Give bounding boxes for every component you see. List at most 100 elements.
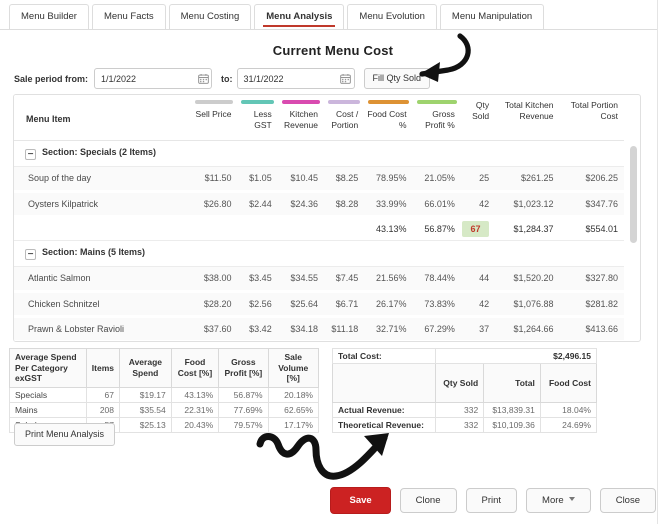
col-header-less-gst[interactable]: Less GST [237,95,278,141]
table-head: Menu Item Sell Price Less GST Kitchen Reven… [14,95,624,141]
left-summary-col-header: Food Cost [%] [170,348,220,388]
left-summary-cell-gross: 56.87% [218,386,269,403]
summary-tables: Average Spend Per Category exGST Items Ave… [9,348,657,433]
menu-item-name: Prawn & Lobster Ravioli [14,316,192,341]
col-header-sell-price[interactable]: Sell Price [191,95,238,141]
cell-tpc: $327.80 [559,266,624,293]
average-spend-summary-table: Average Spend Per Category exGST Items Ave… [9,348,320,433]
table-row[interactable]: Atlantic Salmon $38.00 $3.45 $34.55 $7.45 21.… [14,266,624,293]
tab-menu-evolution[interactable]: Menu Evolution [347,3,437,29]
fill-qty-sold-button[interactable]: Fill Qty Sold [363,68,431,89]
clone-button[interactable]: Clone [399,487,457,514]
right-rail [657,0,666,524]
cell-gross: 67.29% [412,316,461,341]
cell-sell: $38.00 [191,266,238,293]
total-cell-cost [324,216,365,241]
right-summary-header-row: Qty Sold Total Food Cost [332,363,598,403]
total-cell-tkr: $1,284.37 [495,216,560,241]
menu-item-name: Atlantic Salmon [14,266,192,293]
sale-period-filter-row: Sale period from: 1/1/2022 to: 31/1/2022 [0,58,666,89]
right-summary-col-header [332,363,436,403]
right-summary-cell-total: $10,109.36 [483,416,541,433]
cell-cost: $8.25 [324,166,365,193]
date-from-value: 1/1/2022 [101,73,137,84]
cell-tkr: $1,264.66 [495,316,560,341]
cell-gross: 78.44% [412,266,461,293]
cell-tkr: $1,076.88 [495,291,560,318]
cell-kitchen: $25.64 [277,291,324,318]
right-summary-col-header: Food Cost [539,363,598,403]
print-button[interactable]: Print [465,487,518,514]
list-item: Specials 67 $19.17 43.13% 56.87% 20.18% [9,386,320,403]
cell-food: 21.56% [364,266,413,293]
left-summary-cell-vol: 17.17% [267,416,320,433]
menu-item-name: Soup of the day [14,166,192,193]
tab-menu-manipulation[interactable]: Menu Manipulation [439,3,545,29]
cell-gross: 73.83% [412,291,461,318]
qty-sold-highlight: 67 [461,220,490,237]
table-row[interactable]: Prawn & Lobster Ravioli $37.60 $3.42 $34.18… [14,316,624,341]
section-title: Section: Specials (2 Items) [42,146,157,157]
left-summary-cell-items: 208 [85,401,121,418]
section-total-label [14,216,192,241]
date-to-input[interactable]: 31/1/2022 [236,68,355,89]
cell-gst: $1.05 [237,166,278,193]
table-row[interactable]: Soup of the day $11.50 $1.05 $10.45 $8.25 78.… [14,166,624,193]
col-header-label: Cost / Portion [331,109,359,131]
left-summary-col-header: Items [85,348,121,388]
left-summary-cell-gross: 77.69% [218,401,269,418]
col-header-gross-profit[interactable]: Gross Profit % [412,95,461,141]
table-row[interactable]: Chicken Schnitzel $28.20 $2.56 $25.64 $6.71 2… [14,291,624,318]
table-row[interactable]: Oysters Kilpatrick $26.80 $2.44 $24.36 $8.28… [14,191,624,218]
left-summary-header-row: Average Spend Per Category exGST Items Ave… [9,348,320,388]
section-header-row[interactable]: − Section: Specials (2 Items) [14,140,624,167]
save-button[interactable]: Save [330,487,391,514]
col-header-qty-sold[interactable]: Qty Sold [460,95,496,141]
more-button[interactable]: More [526,487,591,514]
cell-tkr: $261.25 [495,166,560,193]
grid-scrollbar-thumb[interactable] [630,146,637,243]
page-title: Current Menu Cost [272,43,394,58]
tab-menu-analysis[interactable]: Menu Analysis [254,3,345,29]
left-summary-cell-items: 67 [85,386,121,403]
right-summary-cell-qty: 332 [434,401,485,418]
col-header-cost-portion[interactable]: Cost / Portion [324,95,365,141]
col-header-total-kitchen-revenue[interactable]: Total Kitchen Revenue [495,95,560,141]
tab-menu-costing[interactable]: Menu Costing [168,3,252,29]
calendar-icon[interactable] [189,69,211,88]
left-summary-cell-food: 20.43% [170,416,220,433]
cell-qty: 42 [460,291,496,318]
print-menu-analysis-button[interactable]: Print Menu Analysis [14,423,116,446]
list-item: Theoretical Revenue: 332 $10,109.36 24.69% [332,416,598,433]
section-header-row[interactable]: − Section: Mains (5 Items) [14,240,624,267]
cell-qty: 37 [460,316,496,341]
cell-tpc: $206.25 [559,166,624,193]
section-total-row: 43.13% 56.87% 67 $1,284.37 $554.01 [14,216,624,241]
collapse-section-icon[interactable]: − [25,148,36,160]
cell-tkr: $1,023.12 [495,191,560,218]
tab-menu-facts[interactable]: Menu Facts [91,3,166,29]
col-header-food-cost[interactable]: Food Cost % [364,95,413,141]
left-summary-col-header: Gross Profit [%] [218,348,269,388]
right-summary-cell-qty: 332 [434,416,485,433]
cell-sell: $28.20 [191,291,238,318]
cell-kitchen: $34.55 [277,266,324,293]
col-header-kitchen-revenue[interactable]: Kitchen Revenue [277,95,324,141]
col-header-label: Sell Price [195,109,232,119]
col-header-label: Gross Profit % [425,109,455,131]
cell-gross: 66.01% [412,191,461,218]
close-button[interactable]: Close [599,487,656,514]
col-header-total-portion-cost[interactable]: Total Portion Cost [559,95,624,141]
left-summary-cell-food: 22.31% [170,401,220,418]
cell-kitchen: $34.18 [277,316,324,341]
cell-gst: $2.56 [237,291,278,318]
col-header-label: Less GST [253,109,272,131]
collapse-section-icon[interactable]: − [25,248,36,260]
calendar-icon[interactable] [332,69,354,88]
date-from-input[interactable]: 1/1/2022 [94,68,213,89]
cell-sell: $37.60 [191,316,238,341]
tab-menu-builder[interactable]: Menu Builder [9,3,89,29]
cell-cost: $8.28 [324,191,365,218]
section-title: Section: Mains (5 Items) [42,246,146,257]
col-header-menu-item[interactable]: Menu Item [14,95,192,141]
